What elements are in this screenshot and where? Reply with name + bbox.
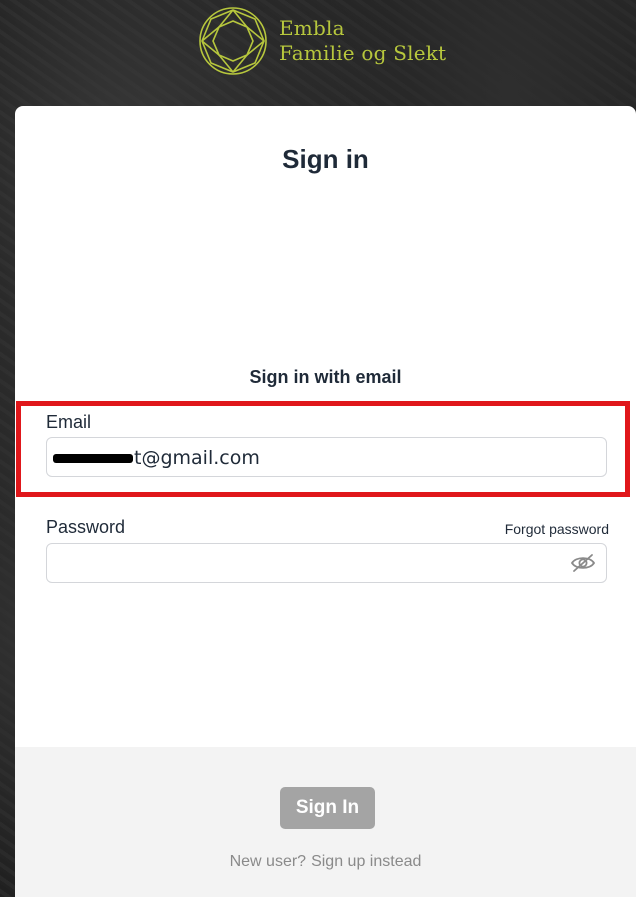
brand: Embla Familie og Slekt: [197, 5, 446, 77]
eye-off-icon[interactable]: [570, 553, 596, 573]
gem-circle-logo: [199, 7, 267, 75]
new-user-text: New user?: [229, 853, 307, 870]
sign-up-link[interactable]: Sign up instead: [311, 853, 421, 870]
password-field[interactable]: [46, 543, 607, 583]
redaction-mark: [53, 454, 133, 463]
email-field[interactable]: t@gmail.com: [46, 437, 607, 477]
password-label: Password: [46, 517, 126, 537]
card-footer: Sign In New user? Sign up instead: [15, 747, 636, 897]
signin-card: Sign in Sign in with email Email t@gmail…: [15, 106, 636, 897]
forgot-password-link[interactable]: Forgot password: [505, 521, 609, 537]
brand-name: Embla Familie og Slekt: [279, 16, 446, 66]
email-section-title: Sign in with email: [249, 367, 402, 387]
sign-in-button[interactable]: Sign In: [280, 787, 375, 829]
new-user-row: New user? Sign up instead: [15, 853, 636, 871]
brand-name-line1: Embla: [279, 16, 345, 40]
email-label: Email: [46, 412, 92, 432]
brand-name-line2: Familie og Slekt: [279, 41, 447, 65]
page-title: Sign in: [282, 144, 369, 174]
